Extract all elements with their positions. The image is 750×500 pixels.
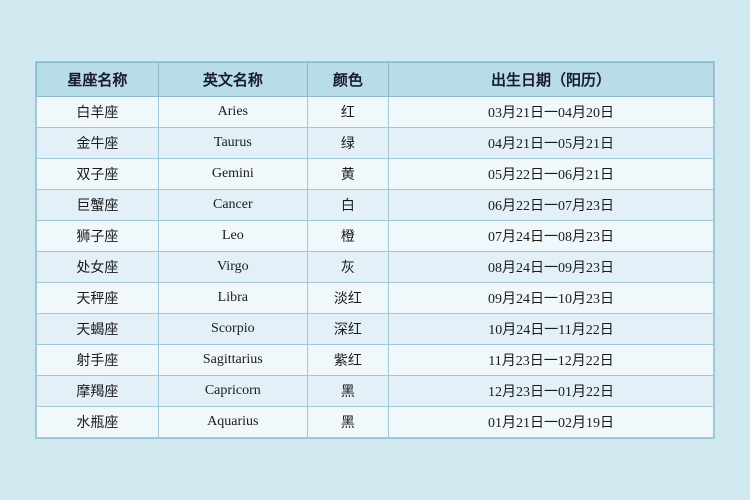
zodiac-table-wrapper: 星座名称 英文名称 颜色 出生日期（阳历） 白羊座Aries红03月21日一04… (35, 61, 715, 439)
header-date: 出生日期（阳历） (389, 63, 714, 97)
table-row: 金牛座Taurus绿04月21日一05月21日 (37, 128, 714, 159)
cell-en-name: Libra (158, 283, 307, 314)
table-row: 白羊座Aries红03月21日一04月20日 (37, 97, 714, 128)
cell-date: 05月22日一06月21日 (389, 159, 714, 190)
cell-color: 橙 (307, 221, 388, 252)
cell-date: 07月24日一08月23日 (389, 221, 714, 252)
cell-color: 淡红 (307, 283, 388, 314)
cell-zh-name: 双子座 (37, 159, 159, 190)
cell-en-name: Gemini (158, 159, 307, 190)
cell-date: 01月21日一02月19日 (389, 407, 714, 438)
cell-zh-name: 巨蟹座 (37, 190, 159, 221)
cell-zh-name: 水瓶座 (37, 407, 159, 438)
cell-zh-name: 天秤座 (37, 283, 159, 314)
table-row: 狮子座Leo橙07月24日一08月23日 (37, 221, 714, 252)
table-row: 天秤座Libra淡红09月24日一10月23日 (37, 283, 714, 314)
table-row: 双子座Gemini黄05月22日一06月21日 (37, 159, 714, 190)
cell-zh-name: 金牛座 (37, 128, 159, 159)
cell-en-name: Leo (158, 221, 307, 252)
cell-zh-name: 摩羯座 (37, 376, 159, 407)
cell-color: 黑 (307, 376, 388, 407)
cell-date: 04月21日一05月21日 (389, 128, 714, 159)
cell-en-name: Cancer (158, 190, 307, 221)
table-row: 天蝎座Scorpio深红10月24日一11月22日 (37, 314, 714, 345)
cell-zh-name: 白羊座 (37, 97, 159, 128)
cell-color: 绿 (307, 128, 388, 159)
cell-en-name: Scorpio (158, 314, 307, 345)
cell-en-name: Aquarius (158, 407, 307, 438)
table-row: 处女座Virgo灰08月24日一09月23日 (37, 252, 714, 283)
table-row: 摩羯座Capricorn黑12月23日一01月22日 (37, 376, 714, 407)
header-color: 颜色 (307, 63, 388, 97)
cell-date: 11月23日一12月22日 (389, 345, 714, 376)
cell-zh-name: 处女座 (37, 252, 159, 283)
cell-color: 黑 (307, 407, 388, 438)
cell-color: 黄 (307, 159, 388, 190)
cell-date: 08月24日一09月23日 (389, 252, 714, 283)
table-body: 白羊座Aries红03月21日一04月20日金牛座Taurus绿04月21日一0… (37, 97, 714, 438)
cell-zh-name: 狮子座 (37, 221, 159, 252)
cell-en-name: Taurus (158, 128, 307, 159)
cell-date: 06月22日一07月23日 (389, 190, 714, 221)
cell-color: 白 (307, 190, 388, 221)
table-row: 水瓶座Aquarius黑01月21日一02月19日 (37, 407, 714, 438)
cell-color: 红 (307, 97, 388, 128)
table-header-row: 星座名称 英文名称 颜色 出生日期（阳历） (37, 63, 714, 97)
cell-date: 10月24日一11月22日 (389, 314, 714, 345)
cell-en-name: Sagittarius (158, 345, 307, 376)
zodiac-table: 星座名称 英文名称 颜色 出生日期（阳历） 白羊座Aries红03月21日一04… (36, 62, 714, 438)
table-row: 射手座Sagittarius紫红11月23日一12月22日 (37, 345, 714, 376)
cell-date: 03月21日一04月20日 (389, 97, 714, 128)
cell-color: 紫红 (307, 345, 388, 376)
cell-zh-name: 射手座 (37, 345, 159, 376)
header-zh-name: 星座名称 (37, 63, 159, 97)
header-en-name: 英文名称 (158, 63, 307, 97)
cell-zh-name: 天蝎座 (37, 314, 159, 345)
cell-en-name: Aries (158, 97, 307, 128)
cell-en-name: Capricorn (158, 376, 307, 407)
cell-color: 深红 (307, 314, 388, 345)
cell-en-name: Virgo (158, 252, 307, 283)
cell-date: 09月24日一10月23日 (389, 283, 714, 314)
table-row: 巨蟹座Cancer白06月22日一07月23日 (37, 190, 714, 221)
cell-color: 灰 (307, 252, 388, 283)
cell-date: 12月23日一01月22日 (389, 376, 714, 407)
